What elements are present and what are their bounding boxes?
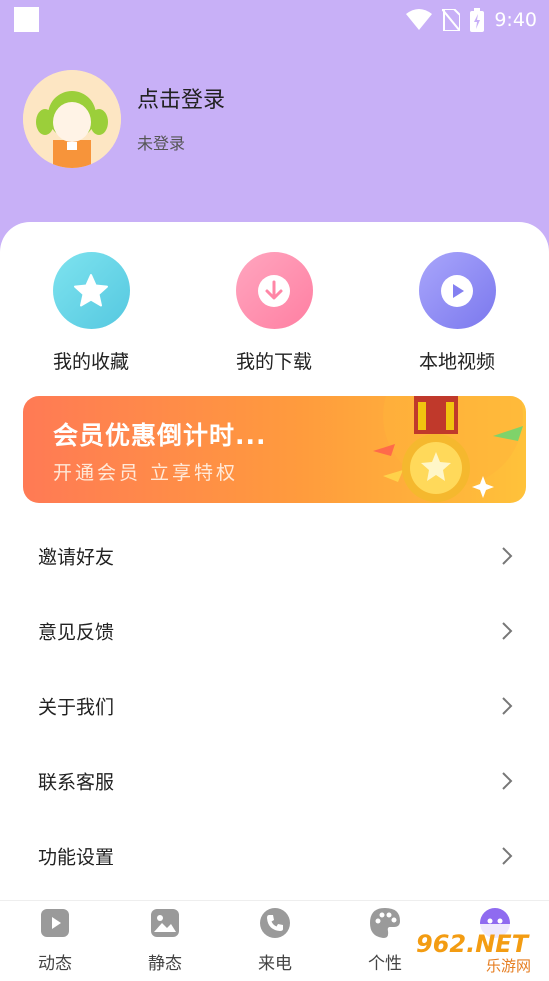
girl-avatar-icon: [23, 70, 121, 168]
notification-icon: [14, 7, 39, 32]
status-bar: 9:40: [0, 0, 549, 40]
chevron-right-icon: [502, 846, 513, 865]
banner-title: 会员优惠倒计时...: [53, 421, 267, 450]
menu-label: 功能设置: [38, 846, 115, 868]
wifi-icon: [406, 9, 433, 30]
menu-label: 邀请好友: [38, 546, 115, 568]
menu-label: 关于我们: [38, 696, 115, 718]
status-time: 9:40: [494, 9, 537, 31]
chevron-right-icon: [502, 621, 513, 640]
tab-static[interactable]: 静态: [130, 907, 200, 974]
download-icon: [235, 252, 313, 329]
avatar[interactable]: [23, 70, 121, 168]
tab-label: 动态: [38, 954, 72, 974]
tab-label: 静态: [148, 954, 182, 974]
menu-settings[interactable]: 功能设置: [0, 818, 549, 893]
downloads-label: 我的下载: [235, 351, 312, 373]
no-sim-icon: [442, 9, 461, 31]
downloads-button[interactable]: 我的下载: [214, 252, 334, 374]
menu-invite-friends[interactable]: 邀请好友: [0, 518, 549, 593]
menu-about-us[interactable]: 关于我们: [0, 668, 549, 743]
medal-icon: [402, 396, 494, 502]
palette-icon: [370, 908, 400, 938]
local-video-label: 本地视频: [418, 351, 495, 373]
login-status: 未登录: [137, 134, 186, 153]
menu-contact-support[interactable]: 联系客服: [0, 743, 549, 818]
tab-calls[interactable]: 来电: [240, 907, 310, 974]
favorites-button[interactable]: 我的收藏: [31, 252, 151, 374]
favorites-label: 我的收藏: [52, 351, 129, 373]
site-watermark: 962.NET 乐游网: [410, 924, 549, 977]
star-icon: [52, 252, 130, 329]
menu-label: 联系客服: [38, 771, 115, 793]
watermark-brand: 962.NET: [416, 930, 530, 958]
video-icon: [41, 909, 69, 937]
tab-dynamic[interactable]: 动态: [20, 907, 90, 974]
watermark-logo: 962.NET 乐游网: [410, 924, 549, 977]
tab-label: 来电: [258, 954, 292, 974]
image-icon: [151, 909, 179, 937]
local-video-button[interactable]: 本地视频: [397, 252, 517, 374]
phone-icon: [260, 908, 290, 938]
chevron-right-icon: [502, 696, 513, 715]
menu-feedback[interactable]: 意见反馈: [0, 593, 549, 668]
membership-banner[interactable]: 会员优惠倒计时... 开通会员 立享特权: [23, 396, 526, 503]
play-icon: [418, 252, 496, 329]
watermark-site: 乐游网: [486, 957, 531, 975]
login-title[interactable]: 点击登录: [137, 82, 225, 114]
chevron-right-icon: [502, 771, 513, 790]
chevron-right-icon: [502, 546, 513, 565]
banner-subtitle: 开通会员 立享特权: [53, 462, 239, 484]
menu-label: 意见反馈: [38, 621, 115, 643]
battery-icon: [470, 8, 485, 32]
